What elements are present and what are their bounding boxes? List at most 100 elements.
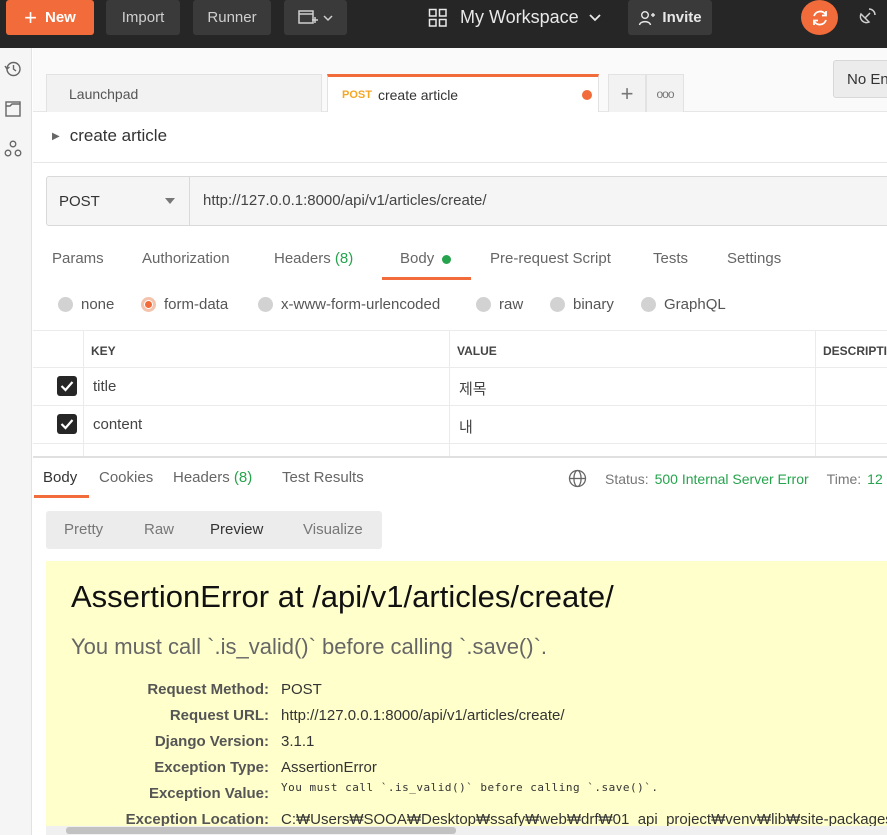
- tab-pre-request-script[interactable]: Pre-request Script: [490, 250, 611, 267]
- radio-form-data[interactable]: form-data: [141, 296, 228, 313]
- tab-create-article-label: create article: [377, 86, 459, 103]
- response-view-tabs: Pretty Raw Preview Visualize: [46, 511, 382, 549]
- row-key[interactable]: title: [93, 378, 116, 395]
- time-value[interactable]: 12: [867, 471, 883, 487]
- error-title: AssertionError at /api/v1/articles/creat…: [71, 579, 614, 614]
- new-window-icon: [297, 9, 333, 24]
- view-tab-pretty[interactable]: Pretty: [64, 521, 103, 538]
- radio-none[interactable]: none: [58, 296, 114, 313]
- environment-selector[interactable]: No Environment: [833, 60, 887, 98]
- column-divider: [815, 331, 816, 456]
- scrollbar-thumb[interactable]: [66, 827, 456, 834]
- response-tab-test-results[interactable]: Test Results: [282, 469, 364, 486]
- row-value[interactable]: 내: [459, 416, 473, 437]
- radio-circle: [58, 297, 73, 312]
- radio-circle: [550, 297, 565, 312]
- view-tab-visualize[interactable]: Visualize: [303, 521, 363, 538]
- tab-headers[interactable]: Headers (8): [274, 250, 353, 267]
- column-divider: [83, 331, 84, 456]
- new-window-button[interactable]: [284, 0, 347, 35]
- response-status: Status: 500 Internal Server Error Time: …: [568, 469, 883, 488]
- apis-icon[interactable]: [4, 140, 22, 158]
- sync-button[interactable]: [801, 0, 838, 35]
- history-icon[interactable]: [4, 60, 22, 78]
- radio-none-label: none: [81, 296, 115, 313]
- import-button[interactable]: Import: [106, 0, 180, 35]
- request-name-label: create article: [69, 126, 168, 145]
- row-value[interactable]: 제목: [459, 378, 487, 399]
- row-key[interactable]: content: [93, 416, 142, 433]
- checkbox-icon[interactable]: [57, 376, 77, 396]
- method-select[interactable]: POST: [47, 177, 190, 225]
- new-button[interactable]: + New: [6, 0, 94, 35]
- method-select-value: POST: [59, 192, 100, 210]
- tab-settings[interactable]: Settings: [727, 250, 781, 267]
- workspace-switcher[interactable]: My Workspace: [428, 0, 613, 35]
- body-indicator-dot: [442, 254, 452, 264]
- meta-value: C:₩Users₩SOOA₩Desktop₩ssafy₩web₩drf₩01_a…: [281, 811, 887, 826]
- invite-icon: [639, 10, 656, 25]
- url-input[interactable]: http://127.0.0.1:8000/api/v1/articles/cr…: [203, 192, 487, 209]
- radio-circle-selected: [141, 297, 156, 312]
- column-divider: [449, 331, 450, 456]
- top-bar: + New Import Runner My Workspace Invite: [0, 0, 887, 48]
- url-bar: POST http://127.0.0.1:8000/api/v1/articl…: [46, 176, 887, 226]
- time-label: Time:: [826, 470, 862, 487]
- meta-key: Request Method:: [147, 681, 269, 698]
- plus-icon: +: [24, 4, 37, 30]
- column-header-key: KEY: [91, 344, 116, 358]
- new-button-label: New: [45, 9, 76, 26]
- satellite-icon[interactable]: [856, 6, 878, 28]
- divider: [33, 162, 887, 163]
- response-tab-headers-label: Headers: [173, 469, 230, 486]
- status-label: Status:: [605, 470, 649, 487]
- collections-icon[interactable]: [4, 100, 22, 118]
- workspace-label: My Workspace: [460, 7, 579, 27]
- radio-graphql-label: GraphQL: [664, 296, 726, 313]
- new-tab-button[interactable]: +: [608, 74, 646, 112]
- tab-method-badge: POST: [342, 88, 372, 101]
- tab-launchpad[interactable]: Launchpad: [46, 74, 322, 112]
- meta-key: Exception Type:: [154, 759, 269, 776]
- response-tab-headers[interactable]: Headers (8): [173, 469, 252, 486]
- meta-key: Exception Value:: [148, 785, 269, 802]
- invite-button[interactable]: Invite: [628, 0, 712, 35]
- active-tab-underline: [34, 495, 89, 498]
- unsaved-dot-icon: [582, 90, 592, 100]
- radio-graphql[interactable]: GraphQL: [641, 296, 726, 313]
- response-tab-body[interactable]: Body: [43, 469, 77, 486]
- sync-icon: [812, 10, 827, 25]
- globe-icon[interactable]: [568, 469, 587, 488]
- radio-circle: [476, 297, 491, 312]
- view-tab-raw[interactable]: Raw: [144, 521, 174, 538]
- tab-params[interactable]: Params: [52, 250, 104, 267]
- runner-button[interactable]: Runner: [193, 0, 271, 35]
- radio-urlencoded[interactable]: x-www-form-urlencoded: [258, 296, 440, 313]
- response-divider[interactable]: [33, 456, 887, 458]
- meta-value: http://127.0.0.1:8000/api/v1/articles/cr…: [281, 707, 565, 724]
- status-value[interactable]: 500 Internal Server Error: [655, 471, 809, 487]
- table-row: [33, 444, 887, 456]
- tab-headers-label: Headers: [274, 250, 331, 267]
- error-subtitle: You must call `.is_valid()` before calli…: [71, 634, 548, 659]
- tab-create-article[interactable]: POST create article: [327, 74, 599, 112]
- response-preview: AssertionError at /api/v1/articles/creat…: [46, 561, 887, 826]
- radio-binary[interactable]: binary: [550, 296, 614, 313]
- request-name[interactable]: ▶ create article: [52, 126, 167, 146]
- tab-tests[interactable]: Tests: [653, 250, 688, 267]
- meta-value: POST: [281, 681, 322, 698]
- radio-raw[interactable]: raw: [476, 296, 523, 313]
- more-tabs-button[interactable]: ooo: [646, 74, 684, 112]
- invite-label: Invite: [662, 9, 702, 26]
- tab-authorization[interactable]: Authorization: [142, 250, 230, 267]
- view-tab-preview[interactable]: Preview: [210, 521, 263, 538]
- response-tab-cookies[interactable]: Cookies: [99, 469, 153, 486]
- radio-circle: [641, 297, 656, 312]
- horizontal-scrollbar[interactable]: [46, 826, 887, 835]
- radio-circle: [258, 297, 273, 312]
- checkbox-icon[interactable]: [57, 414, 77, 434]
- column-header-description: DESCRIPTION: [823, 344, 887, 358]
- response-tab-headers-count: (8): [233, 469, 253, 486]
- tab-body[interactable]: Body: [400, 250, 452, 267]
- radio-raw-label: raw: [499, 296, 524, 313]
